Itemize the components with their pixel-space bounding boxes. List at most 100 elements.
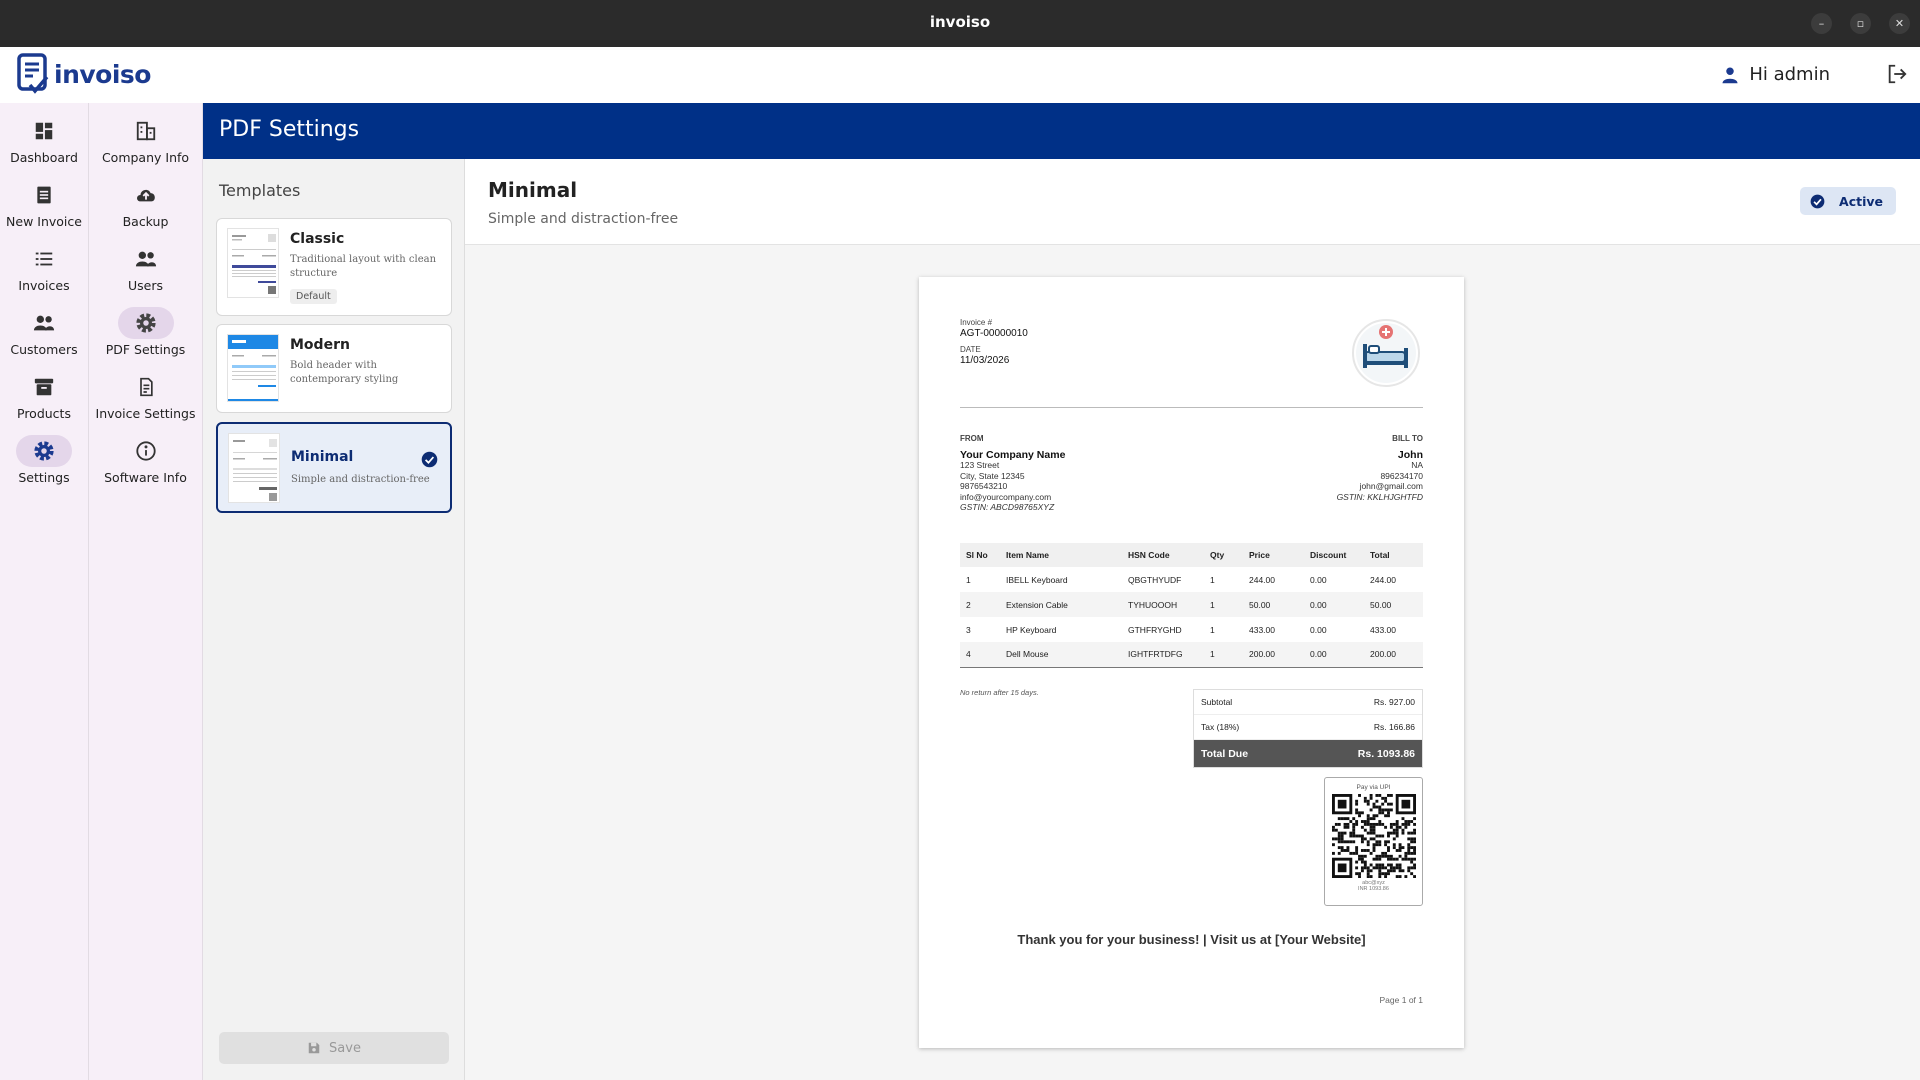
template-card-minimal[interactable]: Minimal Simple and distraction-free <box>216 422 452 513</box>
minimize-button[interactable]: – <box>1811 13 1832 34</box>
app-logo[interactable]: invoiso <box>16 52 151 96</box>
template-thumbnail <box>228 433 280 503</box>
from-address-line2: City, State 12345 <box>960 470 1025 481</box>
table-cell: 1 <box>1210 624 1215 635</box>
nav-label: New Invoice <box>6 214 82 229</box>
table-cell: 0.00 <box>1304 642 1364 668</box>
nav-label: PDF Settings <box>105 342 186 357</box>
nav-label: Invoice Settings <box>95 406 196 421</box>
templates-heading: Templates <box>219 181 301 200</box>
from-block: FROM Your Company Name 123 Street City, … <box>960 434 1065 513</box>
nav-pdf-settings[interactable]: PDF Settings <box>89 307 202 357</box>
from-email: info@yourcompany.com <box>960 491 1052 502</box>
close-button[interactable]: ✕ <box>1889 13 1910 34</box>
check-circle-icon <box>1810 194 1825 208</box>
nav-dashboard[interactable]: Dashboard <box>0 115 88 165</box>
nav-label: Backup <box>122 214 169 229</box>
column-header: HSN Code <box>1122 543 1204 567</box>
template-card-modern[interactable]: Modern Bold header with contemporary sty… <box>216 324 452 413</box>
save-button[interactable]: Save <box>219 1032 449 1064</box>
nav-label: Dashboard <box>10 150 78 165</box>
from-phone: 9876543210 <box>960 481 1008 491</box>
thank-you-message: Thank you for your business! | Visit us … <box>1017 932 1366 947</box>
table-cell: 244.00 <box>1249 574 1275 585</box>
nav-software-info[interactable]: Software Info <box>89 435 202 485</box>
table-cell: 0.00 <box>1310 574 1327 585</box>
header-divider <box>960 407 1423 408</box>
items-table: Sl No Item Name HSN Code Qty Price Disco… <box>960 543 1423 668</box>
hospital-bed-logo-icon <box>1352 319 1420 387</box>
invoice-number: AGT-00000010 <box>960 328 1028 339</box>
active-status-chip: Active <box>1800 187 1896 215</box>
template-description: Traditional layout with clean structure <box>290 254 437 279</box>
table-row: 3 HP Keyboard GTHFRYGHD 1 433.00 0.00 43… <box>960 617 1423 642</box>
column-header: Qty <box>1204 543 1243 567</box>
table-cell: 0.00 <box>1310 624 1327 635</box>
from-company-name: Your Company Name <box>960 448 1066 461</box>
nav-label: Software Info <box>104 470 187 485</box>
bill-to-name: John <box>1397 448 1423 461</box>
page-number: Page 1 of 1 <box>1379 995 1423 1005</box>
template-name: Minimal <box>291 449 354 465</box>
building-icon <box>118 115 174 147</box>
settings-nav: Company Info Backup Users PDF Settings I… <box>89 103 203 1080</box>
dashboard-icon <box>16 115 72 147</box>
table-cell: IBELL Keyboard <box>1006 574 1068 585</box>
from-gstin: GSTIN: ABCD98765XYZ <box>960 502 1055 512</box>
user-menu[interactable]: Hi admin <box>1721 64 1830 85</box>
template-card-classic[interactable]: Classic Traditional layout with clean st… <box>216 218 452 316</box>
table-cell: 2 <box>960 592 1000 617</box>
primary-nav: Dashboard New Invoice Invoices Customers… <box>0 103 89 1080</box>
column-header: Discount <box>1304 543 1364 567</box>
nav-customers[interactable]: Customers <box>0 307 88 357</box>
logout-button[interactable] <box>1886 63 1908 89</box>
preview-title: Minimal <box>488 178 578 202</box>
nav-label: Company Info <box>101 150 190 165</box>
table-cell: GTHFRYGHD <box>1128 624 1182 635</box>
table-cell: 1 <box>966 574 971 585</box>
company-logo <box>1351 318 1421 393</box>
nav-company-info[interactable]: Company Info <box>89 115 202 165</box>
default-badge: Default <box>290 289 337 304</box>
floppy-disk-icon <box>308 1042 320 1054</box>
nav-new-invoice[interactable]: New Invoice <box>0 179 88 229</box>
cloud-upload-icon <box>118 179 174 211</box>
table-header-row: Sl No Item Name HSN Code Qty Price Disco… <box>960 543 1423 567</box>
nav-invoices[interactable]: Invoices <box>0 243 88 293</box>
nav-users[interactable]: Users <box>89 243 202 293</box>
templates-panel: Templates Classic Traditional layout wit… <box>203 159 465 1080</box>
table-cell: 3 <box>966 624 971 635</box>
nav-backup[interactable]: Backup <box>89 179 202 229</box>
from-address-line1: 123 Street <box>960 460 1000 470</box>
app-header: invoiso Hi admin <box>0 47 1920 103</box>
template-thumbnail <box>227 228 279 298</box>
nav-products[interactable]: Products <box>0 371 88 421</box>
nav-settings[interactable]: Settings <box>0 435 88 485</box>
nav-invoice-settings[interactable]: Invoice Settings <box>89 371 202 421</box>
tax-value: Rs. 166.86 <box>1373 722 1415 732</box>
nav-label: Invoices <box>18 278 70 293</box>
invoice-date-label: DATE <box>960 345 981 354</box>
template-name: Modern <box>290 337 350 353</box>
table-row: 4 Dell Mouse IGHTFRTDFG 1 200.00 0.00 20… <box>960 642 1423 668</box>
info-icon <box>118 435 174 467</box>
template-description: Bold header with contemporary styling <box>290 360 399 385</box>
total-due-value: Rs. 1093.86 <box>1357 747 1415 760</box>
template-name: Classic <box>290 231 345 247</box>
logout-icon <box>1888 64 1907 84</box>
from-label: FROM <box>960 434 984 443</box>
bill-to-label: BILL TO <box>1392 434 1423 443</box>
table-cell: 4 <box>960 642 1000 668</box>
people-icon <box>16 307 72 339</box>
column-header: Price <box>1243 543 1304 567</box>
column-header: Item Name <box>1000 543 1122 567</box>
preview-subtitle: Simple and distraction-free <box>488 211 679 227</box>
totals-box: Subtotal Rs. 927.00 Tax (18%) Rs. 166.86… <box>1193 689 1423 768</box>
table-cell: Extension Cable <box>1000 592 1122 617</box>
bill-to-block: BILL TO John NA 896234170 john@gmail.com… <box>1337 434 1423 502</box>
bill-to-phone: 896234170 <box>1380 470 1423 481</box>
table-cell: 50.00 <box>1243 592 1304 617</box>
maximize-button[interactable]: ▫ <box>1850 13 1871 34</box>
window-title: invoiso <box>929 13 991 31</box>
total-due-label: Total Due <box>1201 747 1249 760</box>
